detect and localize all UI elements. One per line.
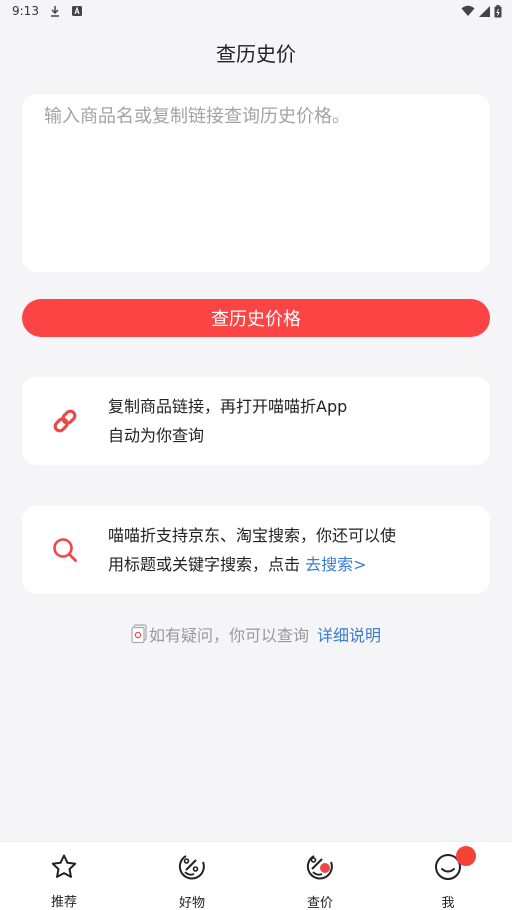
help-text: 如有疑问，你可以查询 bbox=[148, 626, 309, 645]
signal-icon bbox=[479, 5, 490, 17]
link-icon bbox=[22, 406, 108, 436]
status-time: 9:13 bbox=[12, 4, 39, 18]
search-input[interactable] bbox=[22, 94, 490, 272]
nav-label-goods: 好物 bbox=[178, 896, 205, 910]
nav-label-me: 我 bbox=[441, 896, 455, 910]
page-title: 查历史价 bbox=[216, 42, 296, 66]
nav-label-price-check: 查价 bbox=[306, 896, 333, 910]
nav-item-me[interactable]: 我 bbox=[384, 842, 512, 910]
download-icon bbox=[49, 5, 61, 17]
search-icon bbox=[22, 536, 108, 564]
search-tip-line-2-text: 用标题或关键字搜索，点击 bbox=[108, 555, 306, 574]
bottom-nav: 推荐 好物 查价 我 bbox=[0, 841, 512, 910]
nav-item-recommend[interactable]: 推荐 bbox=[0, 842, 128, 910]
details-link[interactable]: 详细说明 bbox=[317, 622, 381, 646]
document-icon bbox=[131, 624, 147, 644]
battery-icon bbox=[494, 4, 502, 18]
nav-item-goods[interactable]: 好物 bbox=[128, 842, 256, 910]
wifi-icon bbox=[461, 5, 475, 17]
go-search-link[interactable]: 去搜索> bbox=[305, 555, 366, 574]
search-tip-card: 喵喵折支持京东、淘宝搜索，你还可以使 用标题或关键字搜索，点击 去搜索> bbox=[22, 506, 490, 594]
search-tip-text: 喵喵折支持京东、淘宝搜索，你还可以使 用标题或关键字搜索，点击 去搜索> bbox=[108, 521, 412, 579]
link-tip-text: 复制商品链接，再打开喵喵折App 自动为你查询 bbox=[108, 392, 363, 450]
query-history-price-button[interactable]: 查历史价格 bbox=[22, 299, 490, 337]
status-bar: 9:13 bbox=[0, 0, 512, 22]
star-icon bbox=[50, 852, 78, 881]
nav-item-price-check[interactable]: 查价 bbox=[256, 842, 384, 910]
search-tip-line-1: 喵喵折支持京东、淘宝搜索，你还可以使 bbox=[108, 526, 397, 545]
search-input-card bbox=[22, 94, 490, 272]
link-tip-line-1: 复制商品链接，再打开喵喵折App bbox=[108, 397, 348, 416]
notification-badge bbox=[456, 846, 476, 866]
price-check-icon bbox=[305, 852, 335, 882]
percent-tag-icon bbox=[177, 852, 207, 882]
link-tip-line-2: 自动为你查询 bbox=[108, 426, 205, 445]
search-tip-line-2: 用标题或关键字搜索，点击 去搜索> bbox=[108, 550, 396, 579]
help-row: 如有疑问，你可以查询 详细说明 bbox=[0, 622, 512, 646]
notification-a-icon bbox=[71, 5, 83, 17]
link-tip-card: 复制商品链接，再打开喵喵折App 自动为你查询 bbox=[22, 377, 490, 465]
nav-label-recommend: 推荐 bbox=[50, 895, 77, 910]
